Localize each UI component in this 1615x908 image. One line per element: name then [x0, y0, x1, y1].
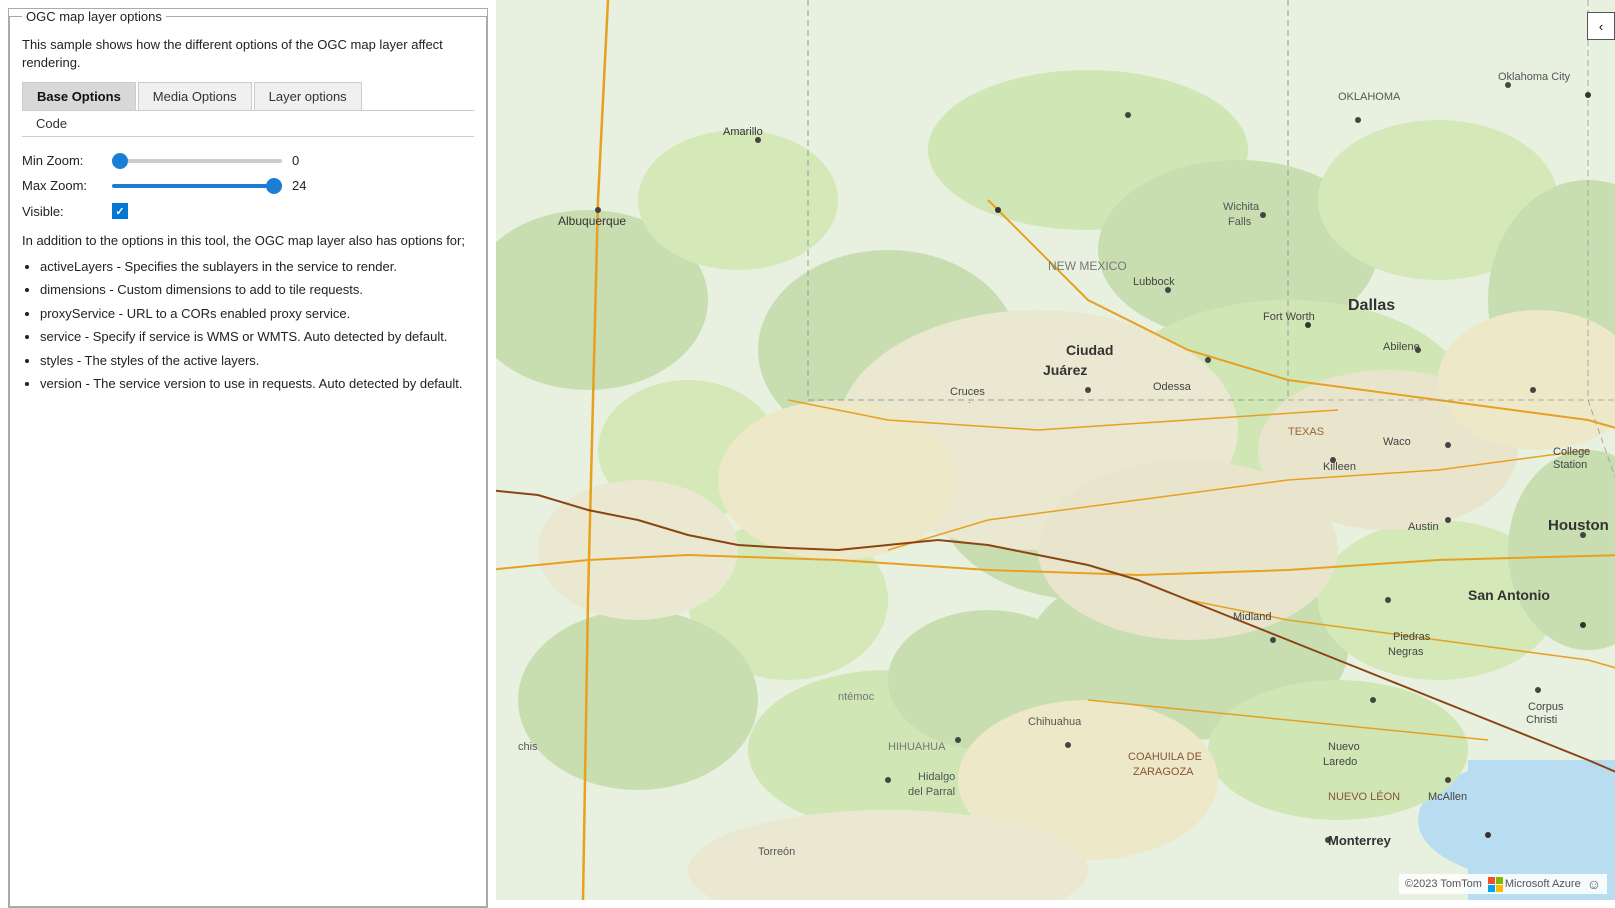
ms-logo-red — [1488, 877, 1495, 884]
svg-text:Lubbock: Lubbock — [1133, 276, 1175, 288]
svg-text:Christi: Christi — [1526, 714, 1557, 726]
min-zoom-label: Min Zoom: — [22, 153, 112, 168]
svg-text:Nuevo: Nuevo — [1328, 741, 1360, 753]
svg-text:ntémoc: ntémoc — [838, 691, 875, 703]
ms-logo-grid — [1488, 877, 1503, 892]
emoji-smile-icon: ☺ — [1587, 876, 1601, 892]
list-item: activeLayers - Specifies the sublayers i… — [40, 257, 474, 277]
list-item: styles - The styles of the active layers… — [40, 351, 474, 371]
chevron-left-icon: ‹ — [1599, 19, 1603, 34]
svg-text:ZARAGOZA: ZARAGOZA — [1133, 766, 1194, 778]
svg-text:Oklahoma City: Oklahoma City — [1498, 71, 1571, 83]
svg-text:Abilene: Abilene — [1383, 341, 1420, 353]
list-item: proxyService - URL to a CORs enabled pro… — [40, 304, 474, 324]
svg-text:Odessa: Odessa — [1153, 381, 1192, 393]
tab-base-options[interactable]: Base Options — [22, 82, 136, 110]
svg-text:Monterrey: Monterrey — [1328, 833, 1392, 848]
svg-text:McAllen: McAllen — [1428, 791, 1467, 803]
list-item: version - The service version to use in … — [40, 374, 474, 394]
tabs-row: Base Options Media Options Layer options — [22, 82, 474, 111]
list-item: service - Specify if service is WMS or W… — [40, 327, 474, 347]
svg-text:·: · — [968, 398, 971, 407]
svg-text:Torreón: Torreón — [758, 846, 795, 858]
list-item: dimensions - Custom dimensions to add to… — [40, 280, 474, 300]
left-panel: OGC map layer options This sample shows … — [8, 8, 488, 908]
ms-logo-blue — [1488, 885, 1495, 892]
svg-text:Killeen: Killeen — [1323, 461, 1356, 473]
panel-fieldset: OGC map layer options This sample shows … — [9, 9, 487, 907]
ms-azure-label: Microsoft Azure — [1505, 878, 1581, 890]
min-zoom-slider-wrap: 0 — [112, 153, 474, 168]
extra-info: In addition to the options in this tool,… — [22, 231, 474, 394]
visible-label: Visible: — [22, 204, 112, 219]
max-zoom-row: Max Zoom: 24 — [22, 178, 474, 193]
panel-description: This sample shows how the different opti… — [22, 36, 474, 72]
svg-text:TEXAS: TEXAS — [1288, 426, 1324, 438]
code-tab-row: Code — [22, 111, 474, 137]
tab-code[interactable]: Code — [22, 111, 81, 136]
max-zoom-label: Max Zoom: — [22, 178, 112, 193]
microsoft-azure-logo: Microsoft Azure — [1488, 877, 1581, 892]
svg-text:Midland: Midland — [1233, 611, 1272, 623]
ms-logo-yellow — [1496, 885, 1503, 892]
svg-text:NUEVO LÉON: NUEVO LÉON — [1328, 790, 1400, 803]
svg-text:San Antonio: San Antonio — [1468, 587, 1550, 603]
controls-section: Min Zoom: 0 Max Zoom: 24 Visible: — [22, 153, 474, 219]
svg-text:Juárez: Juárez — [1043, 362, 1087, 378]
svg-text:chis: chis — [518, 741, 538, 753]
svg-text:Piedras: Piedras — [1393, 631, 1431, 643]
svg-text:Albuquerque: Albuquerque — [558, 214, 626, 228]
svg-text:Laredo: Laredo — [1323, 756, 1357, 768]
panel-toggle-button[interactable]: ‹ — [1587, 12, 1615, 40]
svg-text:Station: Station — [1553, 459, 1587, 471]
extra-intro: In addition to the options in this tool,… — [22, 231, 474, 251]
min-zoom-slider[interactable] — [112, 159, 282, 163]
ms-logo-green — [1496, 877, 1503, 884]
visible-checkbox[interactable] — [112, 203, 128, 219]
svg-text:Chihuahua: Chihuahua — [1028, 716, 1082, 728]
svg-text:HIHUAHUA: HIHUAHUA — [888, 741, 946, 753]
svg-text:Fort Worth: Fort Worth — [1263, 311, 1315, 323]
svg-text:Negras: Negras — [1388, 646, 1424, 658]
min-zoom-value: 0 — [292, 153, 299, 168]
tomtom-attribution: ©2023 TomTom — [1405, 878, 1482, 890]
svg-text:Falls: Falls — [1228, 216, 1252, 228]
svg-text:Hidalgo: Hidalgo — [918, 771, 955, 783]
min-zoom-row: Min Zoom: 0 — [22, 153, 474, 168]
svg-text:Cruces: Cruces — [950, 386, 985, 398]
max-zoom-value: 24 — [292, 178, 306, 193]
max-zoom-slider-wrap: 24 — [112, 178, 474, 193]
panel-legend: OGC map layer options — [22, 9, 166, 24]
svg-text:Corpus: Corpus — [1528, 701, 1564, 713]
svg-text:Dallas: Dallas — [1348, 297, 1395, 314]
svg-text:Houston: Houston — [1548, 517, 1609, 534]
tab-layer-options[interactable]: Layer options — [254, 82, 362, 110]
svg-text:Wichita: Wichita — [1223, 201, 1260, 213]
max-zoom-slider[interactable] — [112, 184, 282, 188]
svg-text:NEW MEXICO: NEW MEXICO — [1048, 259, 1127, 273]
map-area: Albuquerque Amarillo OKLAHOMA Oklahoma C… — [496, 0, 1615, 900]
svg-text:Waco: Waco — [1383, 436, 1411, 448]
visible-row: Visible: — [22, 203, 474, 219]
svg-text:OKLAHOMA: OKLAHOMA — [1338, 91, 1401, 103]
tab-media-options[interactable]: Media Options — [138, 82, 252, 110]
svg-text:Austin: Austin — [1408, 521, 1439, 533]
svg-text:Ciudad: Ciudad — [1066, 342, 1113, 358]
svg-text:College: College — [1553, 446, 1590, 458]
svg-text:Amarillo: Amarillo — [723, 126, 763, 138]
extra-items-list: activeLayers - Specifies the sublayers i… — [40, 257, 474, 394]
map-attribution: ©2023 TomTom Microsoft Azure ☺ — [1399, 874, 1607, 894]
svg-text:del Parral: del Parral — [908, 786, 955, 798]
svg-text:COAHUILA DE: COAHUILA DE — [1128, 751, 1202, 763]
